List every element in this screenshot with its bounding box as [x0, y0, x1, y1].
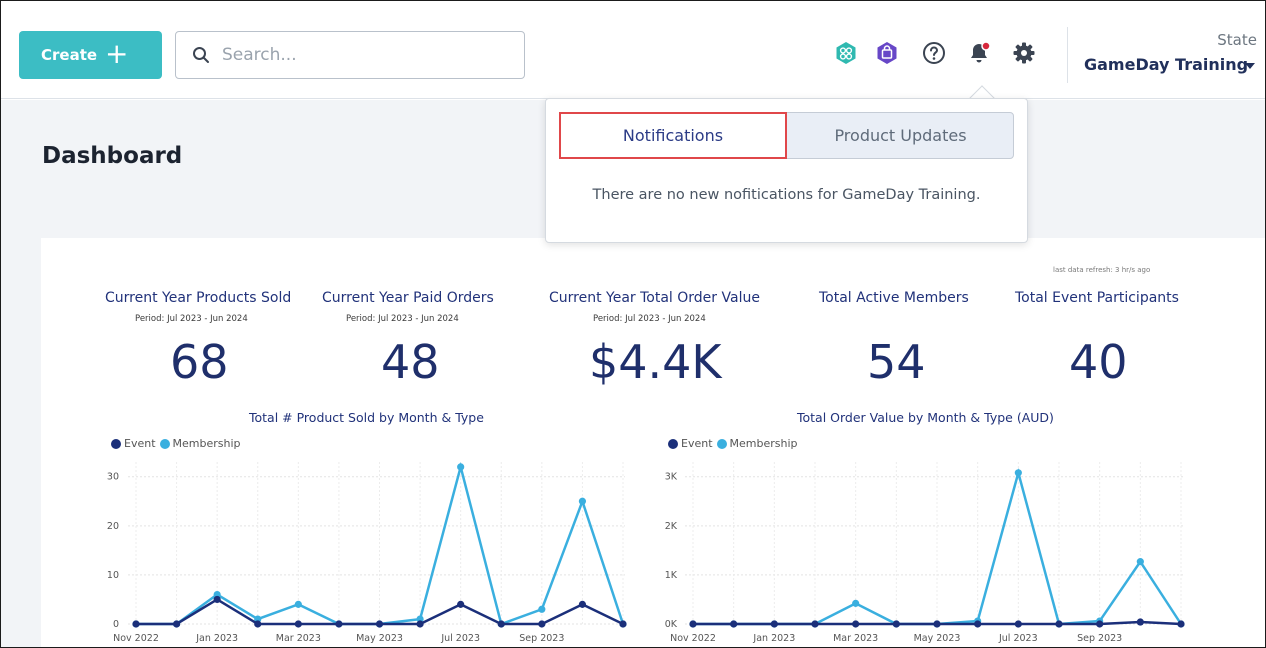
y-tick-label: 3K	[665, 472, 678, 483]
x-tick-label: Jul 2023	[998, 633, 1038, 644]
tab-notifications[interactable]: Notifications	[559, 112, 787, 159]
data-point-event[interactable]	[770, 620, 778, 628]
data-point-event[interactable]	[1014, 620, 1022, 628]
data-point-event[interactable]	[1096, 620, 1104, 628]
data-point-event[interactable]	[974, 620, 982, 628]
data-point-event[interactable]	[811, 620, 819, 628]
data-point-event[interactable]	[730, 620, 738, 628]
app-window: Create + Search... State GameDay Trainin…	[0, 0, 1266, 648]
empty-notifications-message: There are no new nofitications for GameD…	[592, 187, 981, 203]
x-tick-label: Jan 2023	[752, 633, 795, 644]
x-tick-label: Mar 2023	[833, 633, 878, 644]
y-tick-label: 0K	[665, 619, 678, 630]
y-tick-label: 1K	[665, 570, 678, 581]
y-tick-label: 2K	[665, 521, 678, 532]
x-tick-label: Nov 2022	[670, 633, 716, 644]
data-point-membership[interactable]	[1136, 558, 1144, 566]
x-tick-label: May 2023	[914, 633, 961, 644]
data-point-event[interactable]	[933, 620, 941, 628]
x-tick-label: Sep 2023	[1077, 633, 1122, 644]
data-point-event[interactable]	[892, 620, 900, 628]
data-point-event[interactable]	[1136, 618, 1144, 626]
data-point-membership[interactable]	[852, 599, 860, 607]
data-point-event[interactable]	[1177, 620, 1185, 628]
data-point-event[interactable]	[1055, 620, 1063, 628]
tab-product-updates[interactable]: Product Updates	[787, 112, 1014, 159]
data-point-event[interactable]	[852, 620, 860, 628]
data-point-event[interactable]	[689, 620, 697, 628]
data-point-membership[interactable]	[1014, 469, 1022, 477]
